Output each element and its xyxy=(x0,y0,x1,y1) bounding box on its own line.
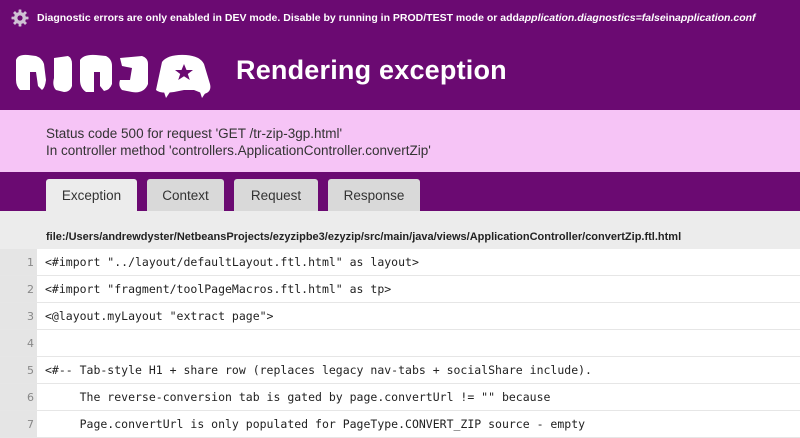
tab-exception[interactable]: Exception xyxy=(46,179,137,211)
diagnostic-notice: Diagnostic errors are only enabled in DE… xyxy=(11,9,756,27)
tab-response[interactable]: Response xyxy=(328,179,420,211)
line-number: 4 xyxy=(0,330,37,356)
line-number: 3 xyxy=(0,303,37,329)
controller-method-line: In controller method 'controllers.Applic… xyxy=(46,143,431,158)
line-code: <#import "../layout/defaultLayout.ftl.ht… xyxy=(45,255,419,269)
line-number: 6 xyxy=(0,384,37,410)
tab-request[interactable]: Request xyxy=(234,179,318,211)
code-line: 4 xyxy=(0,330,800,357)
line-code: Page.convertUrl is only populated for Pa… xyxy=(45,417,586,431)
code-line: 2 <#import "fragment/toolPageMacros.ftl.… xyxy=(0,276,800,303)
line-code xyxy=(37,330,45,356)
line-number: 1 xyxy=(0,249,37,275)
status-panel: Status code 500 for request 'GET /tr-zip… xyxy=(0,110,800,172)
code-line: 1 <#import "../layout/defaultLayout.ftl.… xyxy=(0,249,800,276)
page-title: Rendering exception xyxy=(236,55,507,85)
code-line: 6 The reverse-conversion tab is gated by… xyxy=(0,384,800,411)
notice-in: in xyxy=(665,12,676,24)
code-line: 5 <#-- Tab-style H1 + share row (replace… xyxy=(0,357,800,384)
line-number: 2 xyxy=(0,276,37,302)
tab-bar: Exception Context Request Response xyxy=(0,172,800,211)
line-code: <@layout.myLayout "extract page"> xyxy=(45,309,274,323)
code-listing: 1 <#import "../layout/defaultLayout.ftl.… xyxy=(0,249,800,438)
tab-context[interactable]: Context xyxy=(147,179,224,211)
notice-text: Diagnostic errors are only enabled in DE… xyxy=(37,12,519,24)
code-line: 7 Page.convertUrl is only populated for … xyxy=(0,411,800,438)
gear-icon xyxy=(11,9,29,27)
line-number: 5 xyxy=(0,357,37,383)
header-bar: Diagnostic errors are only enabled in DE… xyxy=(0,0,800,110)
ninja-logo xyxy=(14,50,214,98)
line-code: <#-- Tab-style H1 + share row (replaces … xyxy=(45,363,592,377)
line-code: <#import "fragment/toolPageMacros.ftl.ht… xyxy=(45,282,392,296)
notice-file: application.conf xyxy=(675,12,756,24)
line-number: 7 xyxy=(0,411,37,437)
file-path: file:/Users/andrewdyster/NetbeansProject… xyxy=(0,211,800,249)
status-code-line: Status code 500 for request 'GET /tr-zip… xyxy=(46,126,343,141)
code-line: 3 <@layout.myLayout "extract page"> xyxy=(0,303,800,330)
line-code: The reverse-conversion tab is gated by p… xyxy=(45,390,551,404)
notice-setting: application.diagnostics=false xyxy=(518,12,666,24)
